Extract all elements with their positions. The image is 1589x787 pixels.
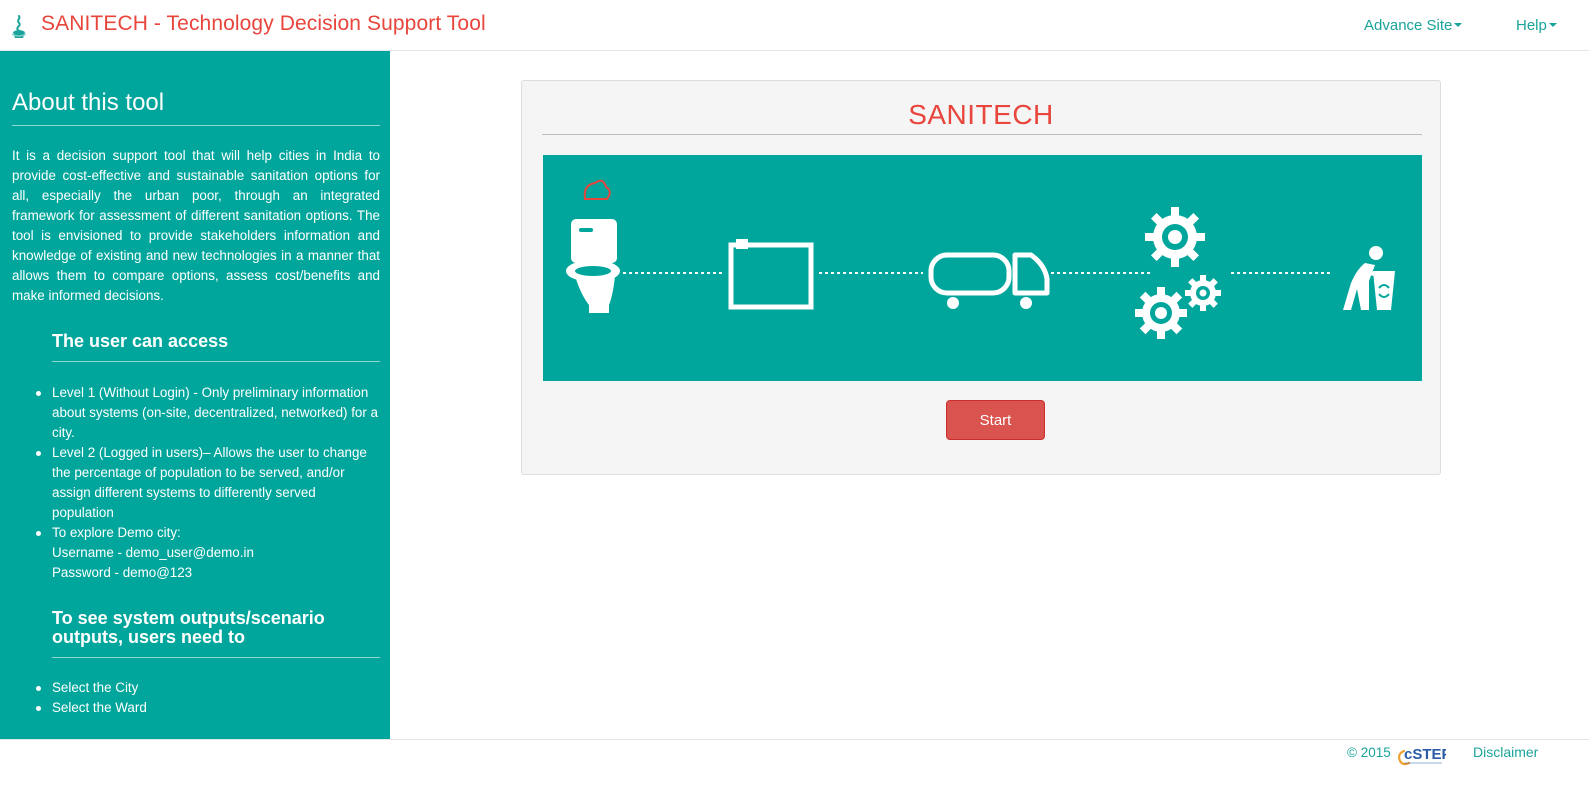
divider bbox=[52, 361, 380, 362]
caret-down-icon bbox=[1548, 23, 1557, 28]
list-item: Level 2 (Logged in users)– Allows the us… bbox=[36, 443, 380, 523]
main-panel: SANITECH Start bbox=[521, 80, 1441, 475]
reuse-disposal-icon bbox=[1343, 246, 1395, 310]
disclaimer-link[interactable]: Disclaimer bbox=[1473, 744, 1538, 760]
sanitation-chain-banner bbox=[543, 155, 1422, 381]
about-title: About this tool bbox=[12, 89, 165, 116]
demo-password: Password - demo@123 bbox=[52, 565, 193, 580]
caret-down-icon bbox=[1454, 23, 1463, 28]
footer: © 2015 cSTEP Disclaimer bbox=[0, 739, 1589, 787]
cstep-logo-text: cSTEP bbox=[1404, 746, 1446, 763]
list-item: Select the City bbox=[36, 678, 380, 698]
outputs-list: Select the City Select the Ward bbox=[36, 678, 380, 718]
demo-credentials-item: To explore Demo city: Username - demo_us… bbox=[36, 523, 380, 583]
demo-city-label: To explore Demo city: bbox=[52, 525, 181, 540]
nav-help-label: Help bbox=[1516, 17, 1547, 34]
about-description: It is a decision support tool that will … bbox=[12, 148, 380, 303]
list-item: Select the Ward bbox=[36, 698, 380, 718]
cstep-logo[interactable]: cSTEP bbox=[1396, 742, 1446, 768]
nav-help[interactable]: Help bbox=[1516, 17, 1557, 34]
sanitation-chain-illustration bbox=[566, 179, 1395, 339]
divider bbox=[52, 657, 380, 658]
list-item: Level 1 (Without Login) - Only prelimina… bbox=[36, 383, 380, 443]
access-title: The user can access bbox=[52, 331, 229, 351]
containment-tank-icon bbox=[728, 239, 814, 310]
nav-advance-site[interactable]: Advance Site bbox=[1364, 17, 1463, 34]
copyright-text: © 2015 bbox=[1347, 745, 1391, 760]
start-button[interactable]: Start bbox=[946, 400, 1045, 440]
app-title[interactable]: SANITECH - Technology Decision Support T… bbox=[41, 12, 486, 36]
panel-title: SANITECH bbox=[908, 99, 1054, 130]
nav-advance-site-label: Advance Site bbox=[1364, 17, 1453, 34]
divider bbox=[542, 134, 1422, 135]
about-sidebar: About this tool It is a decision support… bbox=[0, 51, 390, 739]
transport-truck-icon bbox=[928, 252, 1050, 309]
access-list: Level 1 (Without Login) - Only prelimina… bbox=[36, 383, 380, 583]
toilet-icon bbox=[566, 179, 620, 313]
divider bbox=[12, 125, 380, 126]
outputs-title: To see system outputs/scenario outputs, … bbox=[52, 608, 325, 647]
top-navbar: SANITECH - Technology Decision Support T… bbox=[0, 0, 1589, 51]
demo-username: Username - demo_user@demo.in bbox=[52, 545, 254, 560]
logo-icon[interactable] bbox=[10, 14, 28, 40]
